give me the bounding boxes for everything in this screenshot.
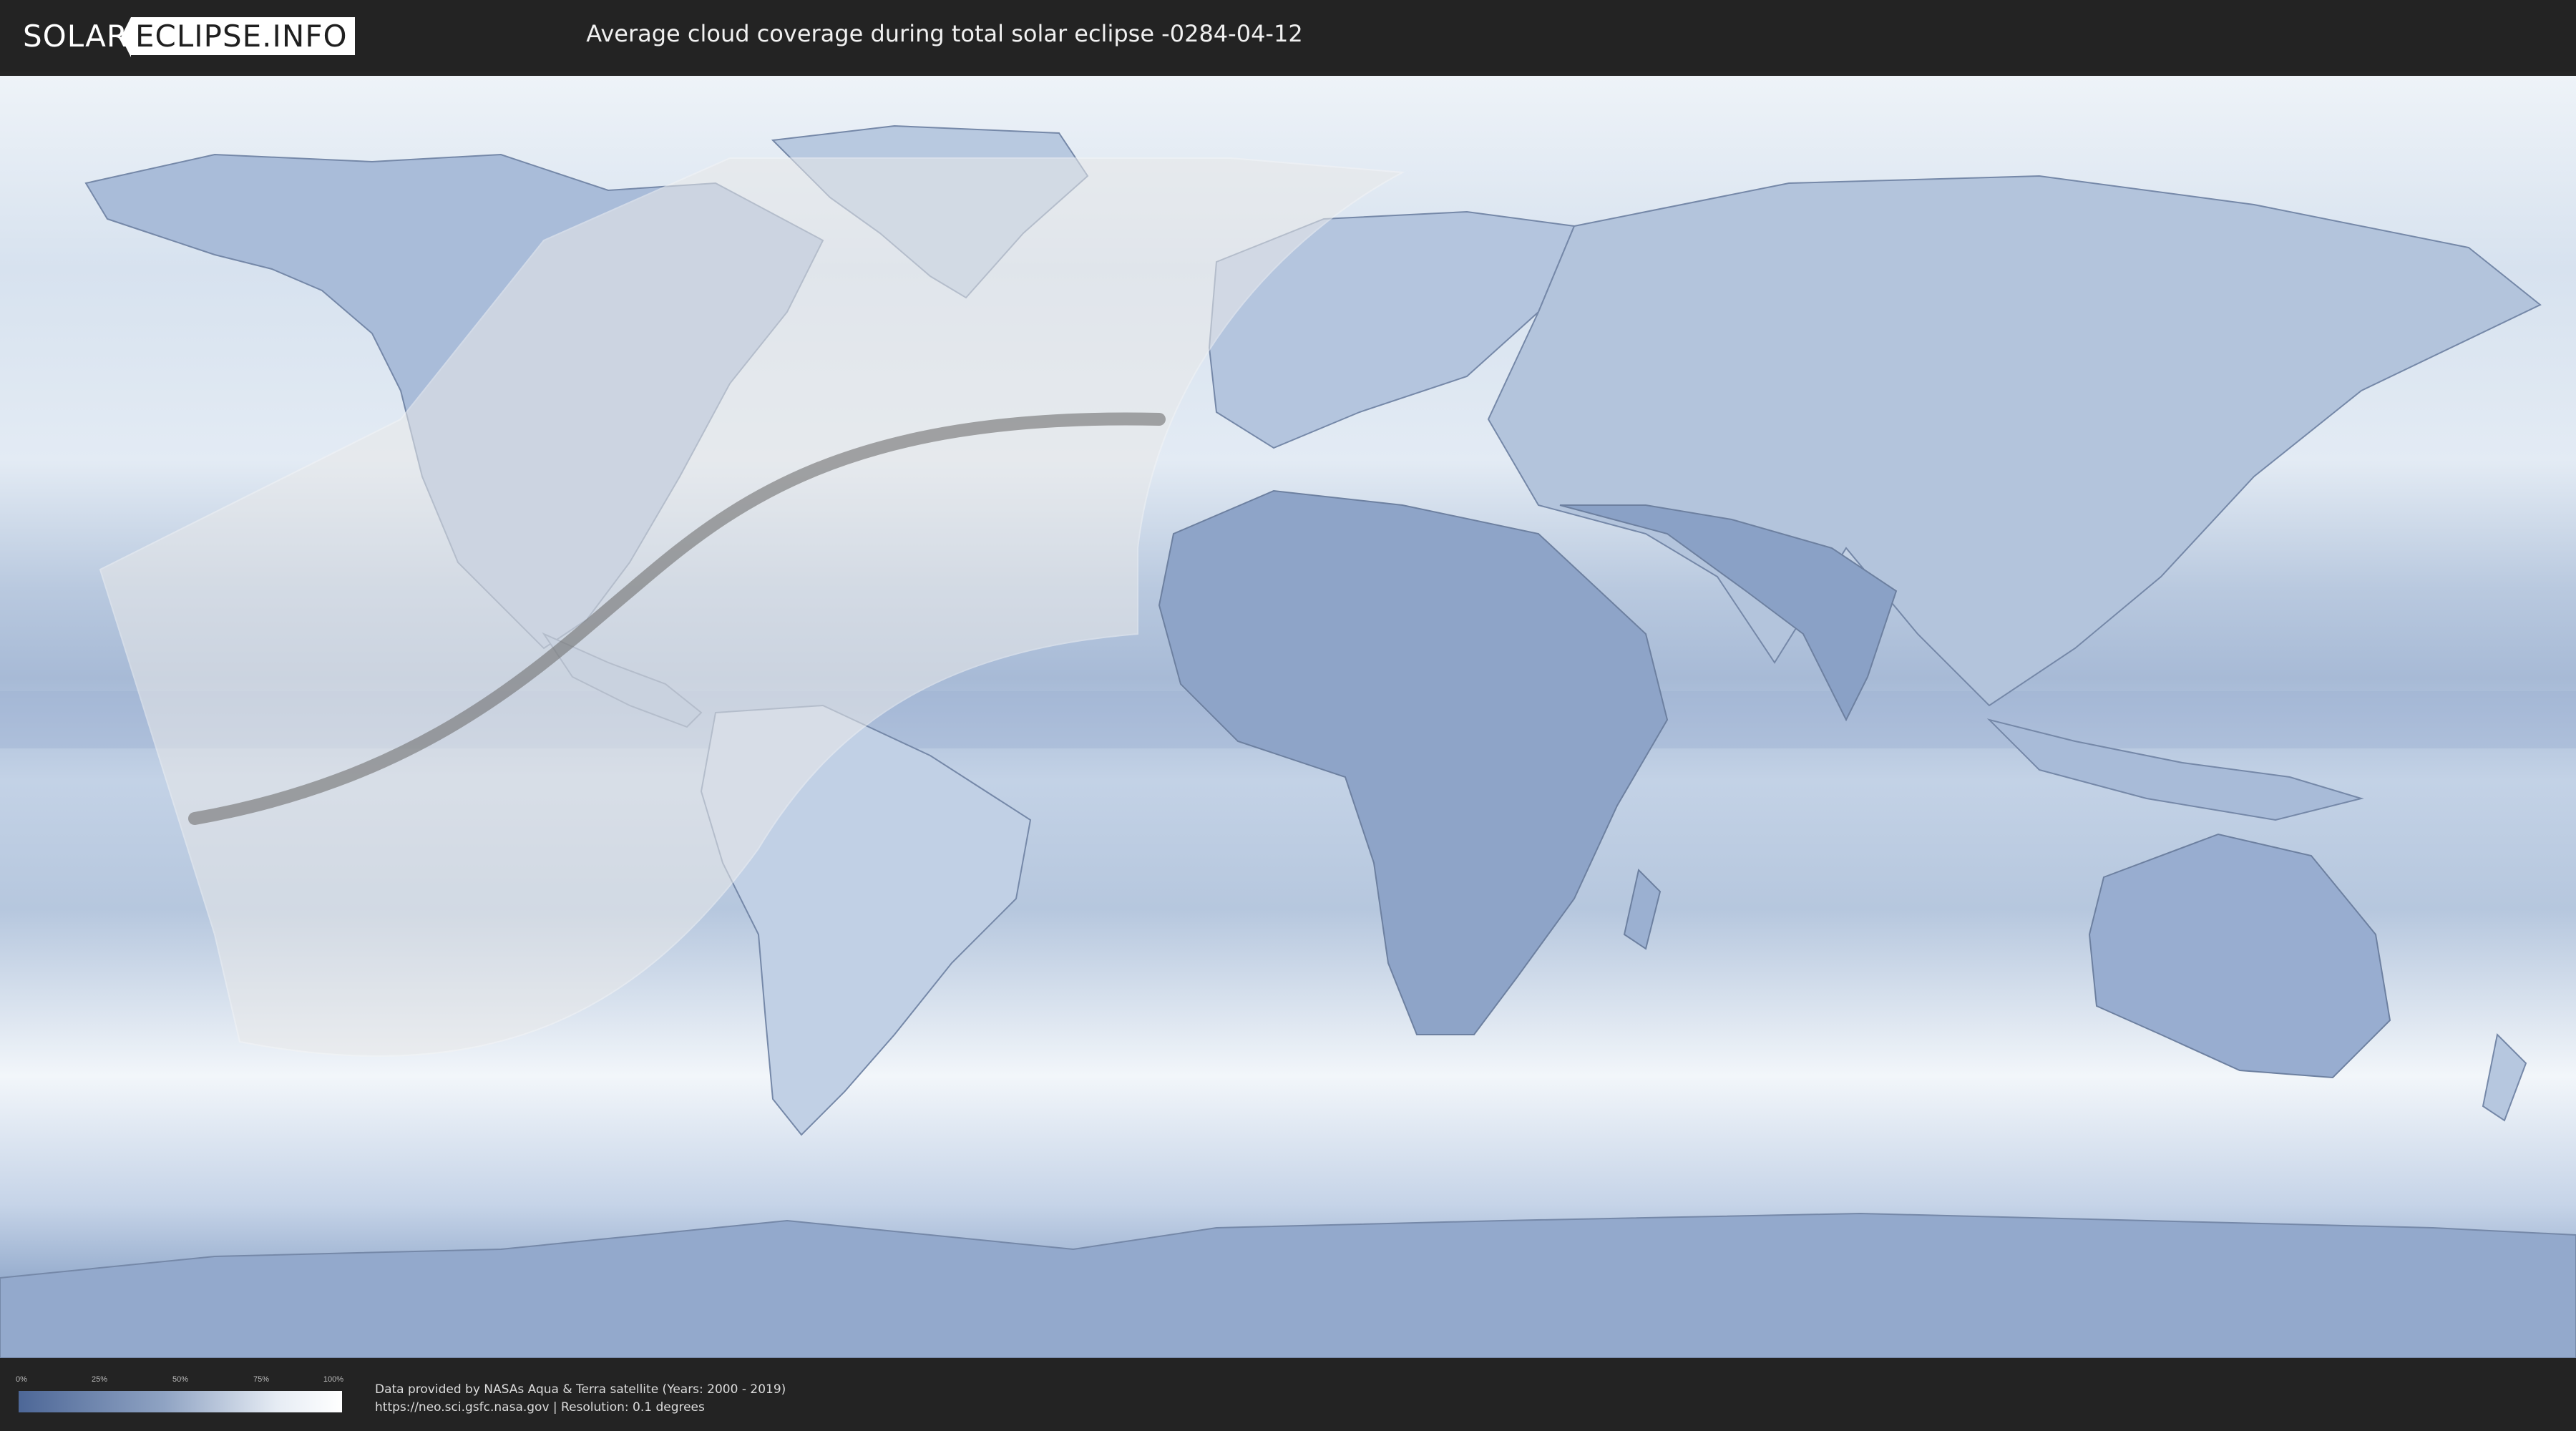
legend-tick-0: 0% — [16, 1375, 27, 1384]
credits-line-1: Data provided by NASAs Aqua & Terra sate… — [375, 1382, 786, 1397]
cloud-coverage-legend: 0% 25% 50% 75% 100% — [16, 1375, 344, 1412]
legend-tick-25: 25% — [91, 1375, 108, 1384]
legend-ticks: 0% 25% 50% 75% 100% — [16, 1375, 344, 1390]
credits-line-2: https://neo.sci.gsfc.nasa.gov | Resoluti… — [375, 1400, 705, 1415]
legend-tick-75: 75% — [253, 1375, 270, 1384]
legend-tick-100: 100% — [323, 1375, 344, 1384]
legend-color-bar — [19, 1391, 342, 1412]
header-bar: SOLAR ECLIPSE.INFO Average cloud coverag… — [0, 0, 2576, 72]
cloud-coverage-map[interactable] — [0, 76, 2576, 1358]
data-credits: Data provided by NASAs Aqua & Terra sate… — [375, 1381, 786, 1417]
page-title: Average cloud coverage during total sola… — [586, 20, 1303, 47]
legend-tick-50: 50% — [172, 1375, 189, 1384]
footer-bar: 0% 25% 50% 75% 100% Data provided by NAS… — [0, 1358, 2576, 1431]
world-map-svg — [0, 76, 2576, 1358]
